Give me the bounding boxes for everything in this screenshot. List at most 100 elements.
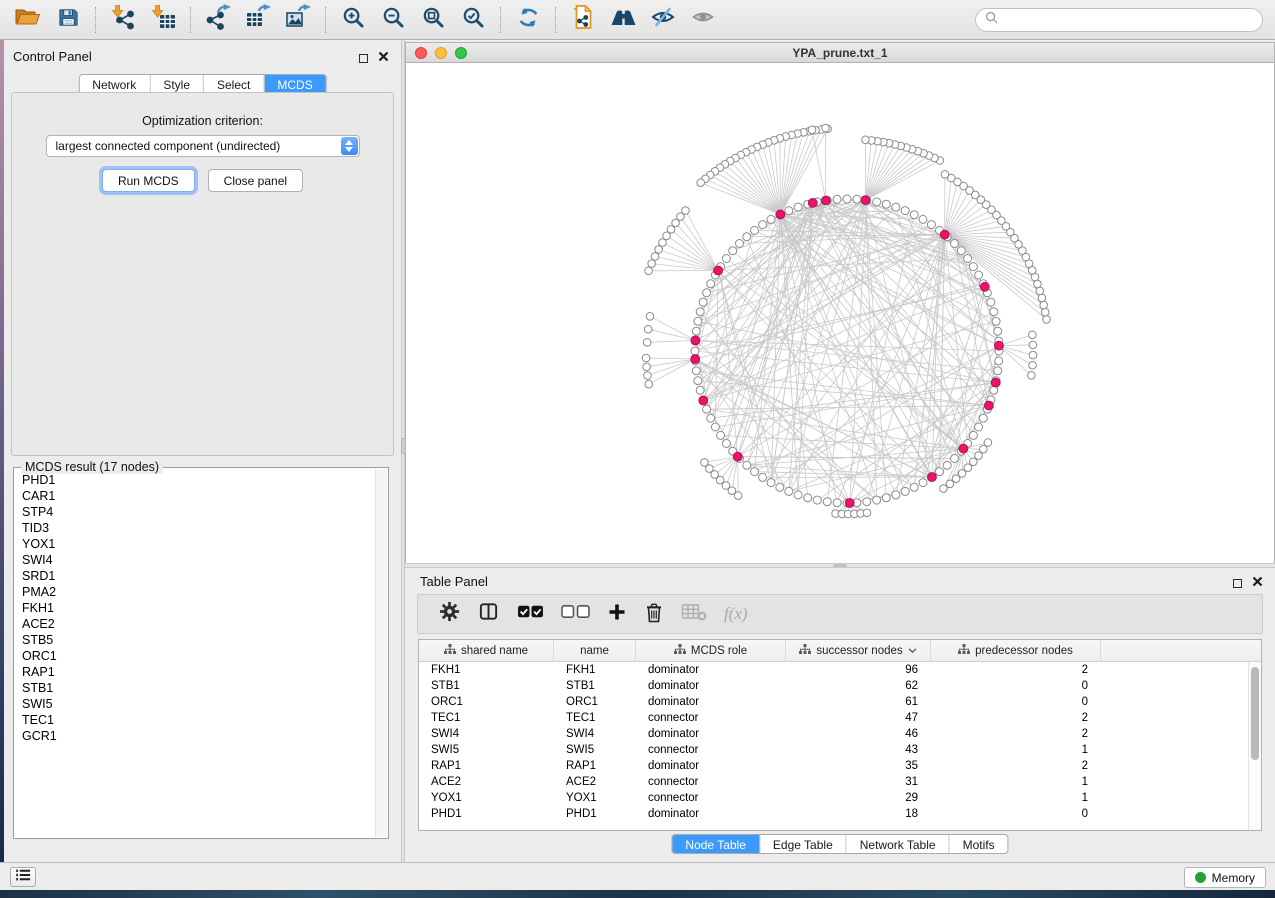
- table-row[interactable]: SWI4SWI4dominator462: [419, 726, 1261, 742]
- show-panels-button[interactable]: [10, 867, 36, 887]
- mcds-result-item[interactable]: GCR1: [22, 728, 374, 744]
- close-panel-icon[interactable]: [1252, 574, 1263, 592]
- mcds-result-item[interactable]: YOX1: [22, 536, 374, 552]
- hide-selected-button[interactable]: [643, 4, 683, 36]
- table-row[interactable]: SWI5SWI5connector431: [419, 742, 1261, 758]
- search-field[interactable]: [975, 8, 1263, 32]
- close-panel-icon[interactable]: [378, 49, 389, 67]
- table-cell: ACE2: [554, 774, 636, 790]
- table-row[interactable]: TEC1TEC1connector472: [419, 710, 1261, 726]
- table-row[interactable]: YOX1YOX1connector291: [419, 790, 1261, 806]
- mcds-result-item[interactable]: ACE2: [22, 616, 374, 632]
- create-column-button[interactable]: [607, 602, 627, 627]
- deselect-all-columns-button[interactable]: [561, 603, 590, 625]
- mcds-result-item[interactable]: TID3: [22, 520, 374, 536]
- table-cell: dominator: [636, 726, 786, 742]
- table-scrollbar[interactable]: [1248, 662, 1261, 830]
- table-row[interactable]: ACE2ACE2connector311: [419, 774, 1261, 790]
- table-cell: dominator: [636, 758, 786, 774]
- memory-button[interactable]: Memory: [1184, 867, 1266, 888]
- table-row[interactable]: STB1STB1dominator620: [419, 678, 1261, 694]
- table-cell: connector: [636, 710, 786, 726]
- criterion-dropdown[interactable]: largest connected component (undirected): [46, 135, 360, 157]
- export-image-button[interactable]: [278, 4, 318, 36]
- show-column-panel-button[interactable]: [477, 601, 500, 627]
- table-row[interactable]: PHD1PHD1dominator180: [419, 806, 1261, 822]
- column-header-name[interactable]: name: [554, 640, 636, 661]
- table-cell: dominator: [636, 678, 786, 694]
- table-row[interactable]: ORC1ORC1dominator610: [419, 694, 1261, 710]
- zoom-fit-icon: [421, 5, 446, 35]
- column-header-shared-name[interactable]: shared name: [419, 640, 554, 661]
- table-cell: 29: [786, 790, 931, 806]
- table-settings-button[interactable]: [439, 601, 460, 627]
- mcds-result-item[interactable]: STB5: [22, 632, 374, 648]
- mcds-result-item[interactable]: FKH1: [22, 600, 374, 616]
- mcds-tab-content: Optimization criterion: largest connecte…: [11, 92, 394, 456]
- delete-column-button[interactable]: [644, 601, 664, 628]
- mcds-result-item[interactable]: TEC1: [22, 712, 374, 728]
- tab-motifs[interactable]: Motifs: [949, 835, 1008, 853]
- mcds-result-item[interactable]: CAR1: [22, 488, 374, 504]
- mcds-result-item[interactable]: SRD1: [22, 568, 374, 584]
- network-view[interactable]: [405, 63, 1275, 563]
- table-cell: STB1: [554, 678, 636, 694]
- mcds-result-item[interactable]: STB1: [22, 680, 374, 696]
- search-input[interactable]: [1003, 13, 1253, 27]
- table-cell: 0: [931, 694, 1101, 710]
- column-header-successor-nodes[interactable]: successor nodes: [786, 640, 931, 661]
- open-file-button[interactable]: [8, 4, 48, 36]
- zoom-selected-button[interactable]: [453, 4, 493, 36]
- close-panel-button[interactable]: Close panel: [208, 169, 303, 192]
- mcds-result-item[interactable]: PMA2: [22, 584, 374, 600]
- network-window-titlebar[interactable]: YPA_prune.txt_1: [405, 42, 1275, 63]
- import-table-button[interactable]: [143, 4, 183, 36]
- import-network-button[interactable]: [103, 4, 143, 36]
- mcds-result-item[interactable]: SWI4: [22, 552, 374, 568]
- tab-edge-table[interactable]: Edge Table: [759, 835, 846, 853]
- find-button[interactable]: [603, 4, 643, 36]
- column-header-mcds-role[interactable]: MCDS role: [636, 640, 786, 661]
- binoculars-icon: [610, 5, 637, 34]
- export-network-button[interactable]: [198, 4, 238, 36]
- zoom-in-button[interactable]: [333, 4, 373, 36]
- mcds-result-item[interactable]: SWI5: [22, 696, 374, 712]
- float-panel-icon[interactable]: [359, 54, 368, 63]
- save-session-button[interactable]: [48, 4, 88, 36]
- function-builder-button-disabled[interactable]: f(x): [724, 604, 748, 624]
- splitter-handle[interactable]: [833, 564, 847, 567]
- table-cell: 2: [931, 726, 1101, 742]
- table-row[interactable]: RAP1RAP1dominator352: [419, 758, 1261, 774]
- new-network-from-selection-button[interactable]: [563, 4, 603, 36]
- zoom-fit-button[interactable]: [413, 4, 453, 36]
- dropdown-stepper-icon: [341, 137, 358, 155]
- mcds-result-scrollbar[interactable]: [375, 469, 387, 837]
- import-table-icon: [150, 4, 176, 35]
- scrollbar-thumb[interactable]: [1251, 667, 1259, 760]
- export-table-button[interactable]: [238, 4, 278, 36]
- table-cell: 96: [786, 662, 931, 678]
- mcds-result-item[interactable]: PHD1: [22, 472, 374, 488]
- tab-node-table[interactable]: Node Table: [672, 835, 759, 853]
- desktop-background-strip: [0, 890, 1275, 898]
- tab-network-table[interactable]: Network Table: [846, 835, 949, 853]
- network-graph[interactable]: [406, 63, 1274, 563]
- mcds-result-item[interactable]: STP4: [22, 504, 374, 520]
- table-cell: PHD1: [419, 806, 554, 822]
- table-cell: 1: [931, 774, 1101, 790]
- table-cell: 43: [786, 742, 931, 758]
- table-cell: 47: [786, 710, 931, 726]
- application-window: Control Panel NetworkStyleSelectMCDS Opt…: [0, 0, 1275, 898]
- zoom-out-button[interactable]: [373, 4, 413, 36]
- delete-table-button-disabled[interactable]: [681, 602, 707, 627]
- run-mcds-button[interactable]: Run MCDS: [102, 169, 195, 192]
- float-panel-icon[interactable]: [1233, 579, 1242, 588]
- apply-layout-button[interactable]: [508, 4, 548, 36]
- table-cell: connector: [636, 790, 786, 806]
- mcds-result-item[interactable]: ORC1: [22, 648, 374, 664]
- select-all-columns-button[interactable]: [517, 603, 544, 625]
- show-all-button[interactable]: [683, 4, 723, 36]
- table-row[interactable]: FKH1FKH1dominator962: [419, 662, 1261, 678]
- mcds-result-item[interactable]: RAP1: [22, 664, 374, 680]
- column-header-predecessor-nodes[interactable]: predecessor nodes: [931, 640, 1101, 661]
